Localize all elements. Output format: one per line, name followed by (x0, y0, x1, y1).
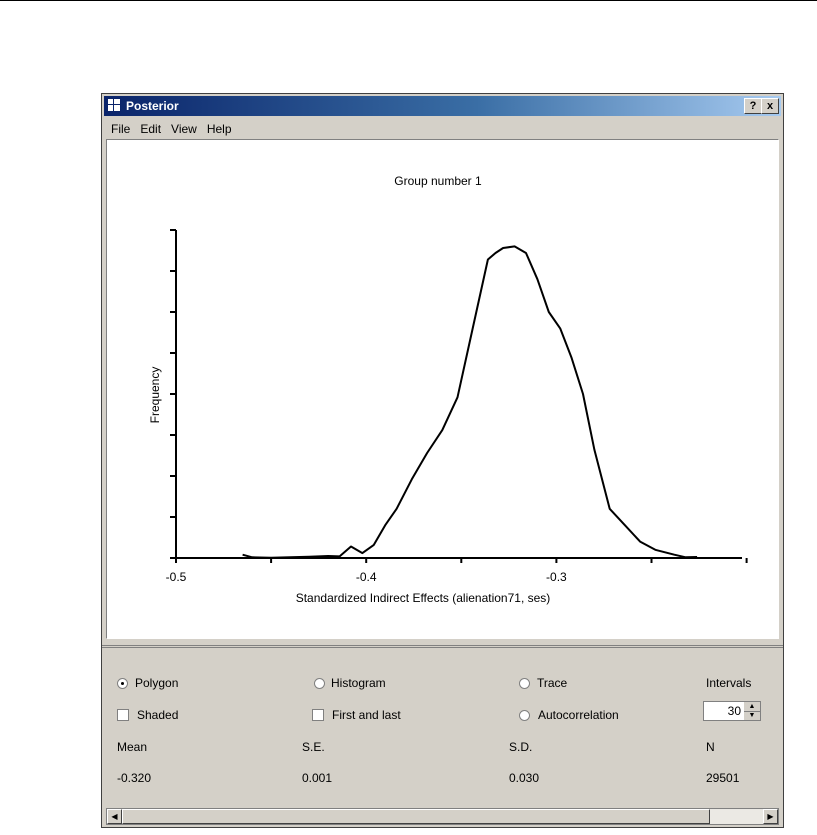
scroll-left-arrow-icon[interactable]: ◀ (107, 809, 122, 824)
scroll-right-arrow-icon[interactable]: ▶ (763, 809, 778, 824)
plot-area: Group number 1 -0.5 -0.4 -0.3 Frequency St… (106, 139, 779, 639)
scrollbar-thumb[interactable] (122, 809, 710, 824)
polygon-label: Polygon (135, 676, 179, 690)
close-button[interactable]: x (761, 98, 779, 114)
menu-bar: File Edit View Help (106, 120, 237, 138)
polygon-radio[interactable] (117, 678, 128, 689)
menu-file[interactable]: File (106, 120, 135, 138)
spinner-buttons: ▲ ▼ (744, 702, 760, 720)
histogram-label: Histogram (331, 676, 386, 690)
top-border-line (0, 0, 817, 1)
histogram-radio[interactable] (314, 678, 325, 689)
pane-splitter[interactable] (102, 645, 783, 648)
sd-value: 0.030 (509, 771, 540, 785)
x-tick-label: -0.5 (166, 570, 187, 584)
autocorrelation-label: Autocorrelation (538, 708, 619, 722)
first-and-last-checkbox[interactable] (312, 709, 324, 721)
autocorrelation-radio[interactable] (519, 710, 530, 721)
horizontal-scrollbar[interactable]: ◀ ▶ (106, 808, 779, 825)
title-bar[interactable]: Posterior ? x (104, 96, 781, 116)
spinner-down-arrow-icon[interactable]: ▼ (744, 711, 760, 720)
se-value: 0.001 (302, 771, 333, 785)
y-axis-label: Frequency (148, 367, 162, 424)
help-button[interactable]: ? (744, 98, 762, 114)
window-title: Posterior (126, 99, 179, 113)
menu-view[interactable]: View (166, 120, 202, 138)
x-tick-label: -0.4 (356, 570, 377, 584)
posterior-chart: Group number 1 -0.5 -0.4 -0.3 Frequency St… (148, 174, 748, 605)
series-line (242, 245, 698, 559)
menu-edit[interactable]: Edit (135, 120, 166, 138)
n-header: N (706, 740, 715, 754)
n-value: 29501 (706, 771, 740, 785)
sd-header: S.D. (509, 740, 533, 754)
menu-help[interactable]: Help (202, 120, 237, 138)
se-header: S.E. (302, 740, 325, 754)
shaded-checkbox[interactable] (117, 709, 129, 721)
x-ticks: -0.5 -0.4 -0.3 (166, 558, 748, 584)
mean-value: -0.320 (117, 771, 152, 785)
x-axis-label: Standardized Indirect Effects (alienatio… (296, 591, 551, 605)
shaded-label: Shaded (137, 708, 179, 722)
window-app-icon[interactable] (107, 98, 121, 112)
intervals-spinner[interactable]: 30 ▲ ▼ (703, 701, 761, 721)
x-tick-label: -0.3 (546, 570, 567, 584)
intervals-label: Intervals (706, 676, 752, 690)
chart-title: Group number 1 (394, 174, 482, 188)
mean-header: Mean (117, 740, 148, 754)
first-and-last-label: First and last (332, 708, 401, 722)
posterior-window: Posterior ? x File Edit View Help Group num… (101, 93, 784, 828)
trace-label: Trace (537, 676, 568, 690)
trace-radio[interactable] (519, 678, 530, 689)
intervals-value[interactable]: 30 (728, 704, 741, 718)
